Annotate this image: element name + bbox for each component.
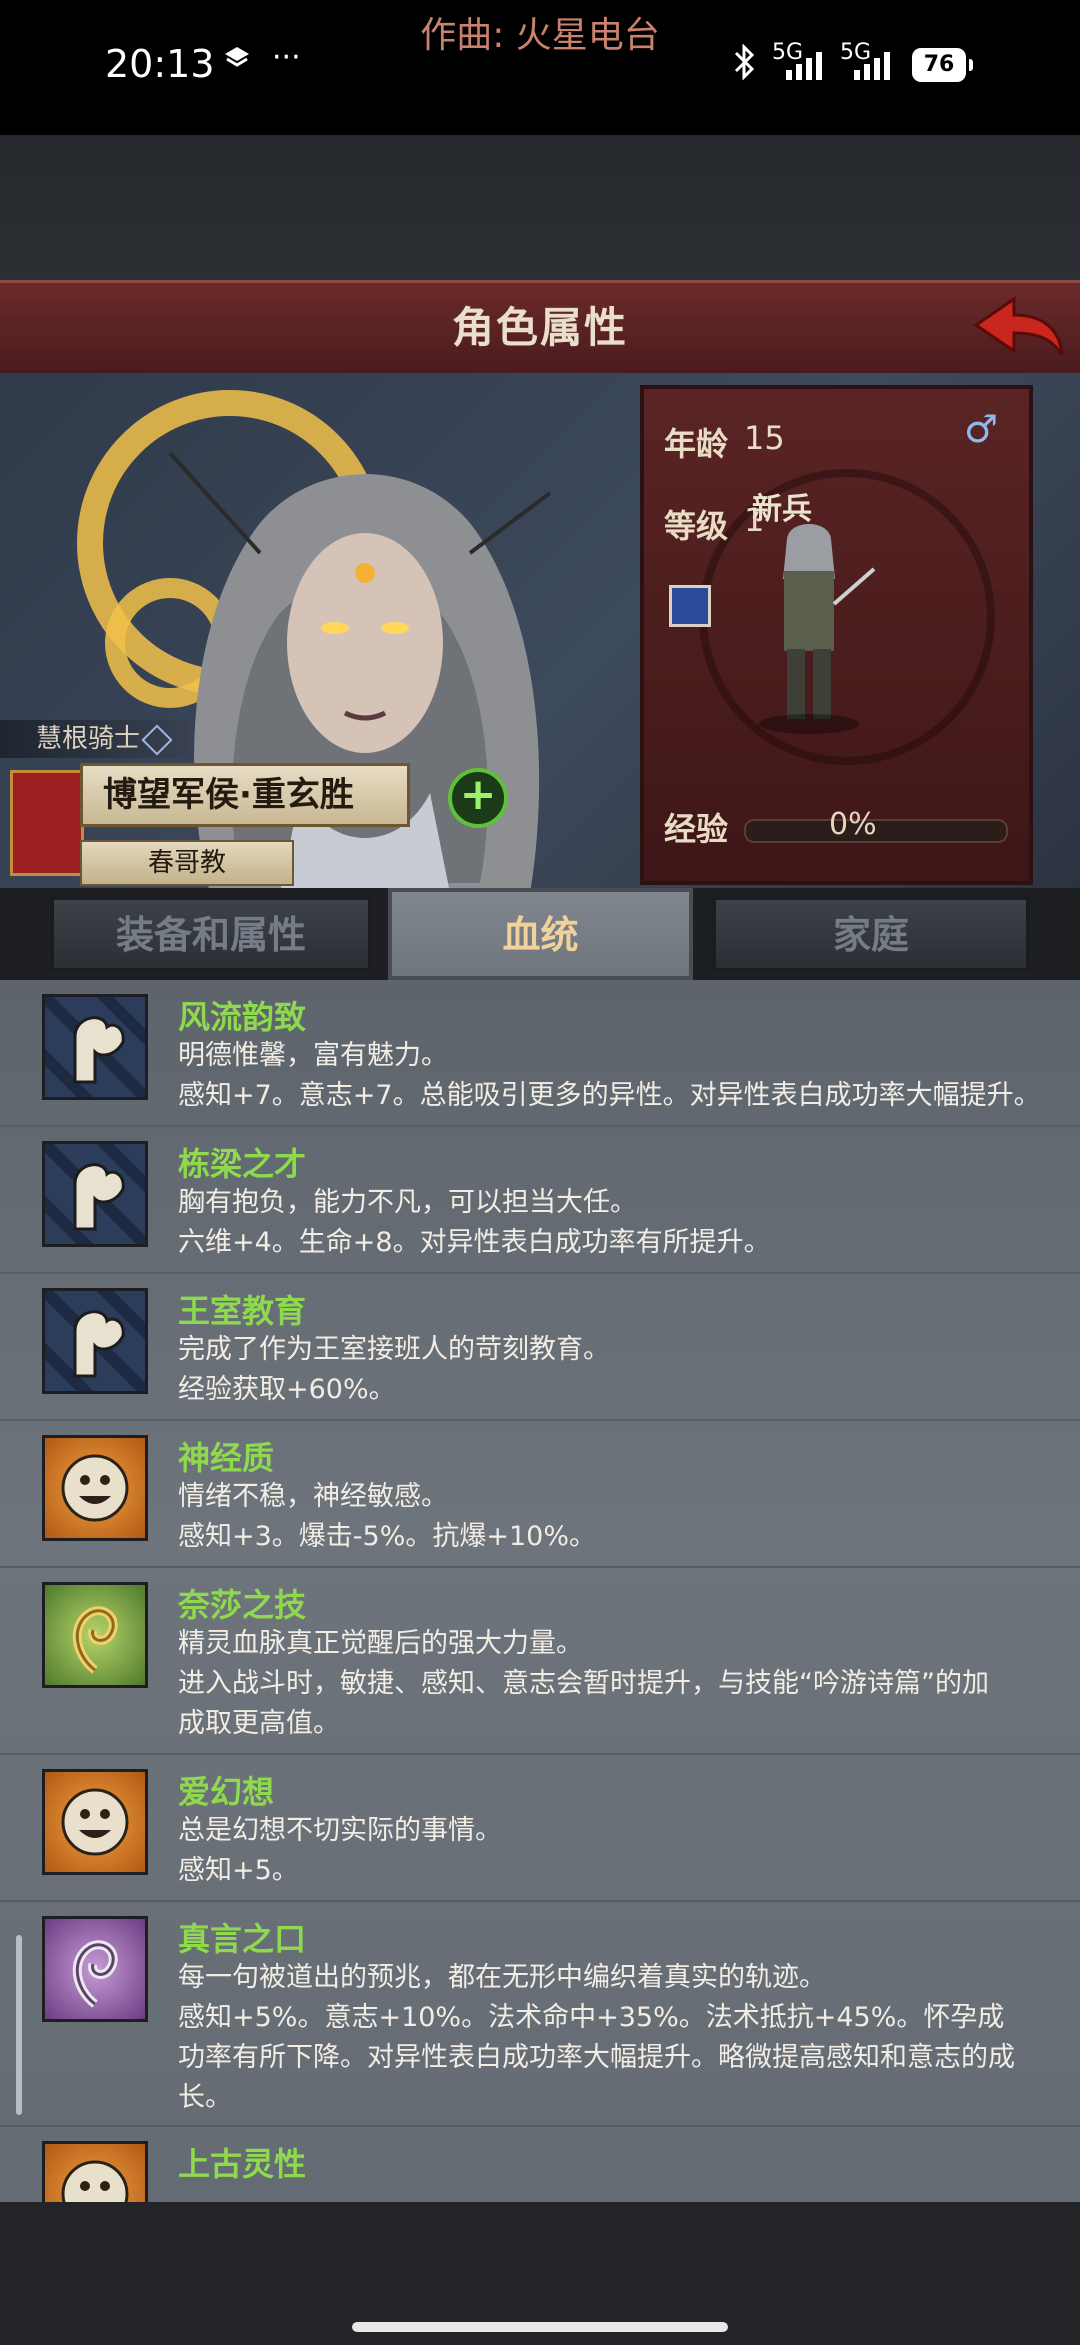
trait-name: 奈莎之技 [178,1586,307,1624]
sword-skill-icon[interactable] [669,585,711,627]
stat-panel: 年龄 15 ♂ 等级 1 新兵 经验 0% [640,385,1033,885]
trait-name: 风流韵致 [178,998,307,1036]
faction-banner-icon [10,770,84,876]
tab-bar: 装备和属性 血统 家庭 [40,888,1040,983]
list-item[interactable]: 上古灵性 [0,2127,1080,2202]
smiley-face-icon [42,1769,148,1875]
smiley-face-icon [42,1435,148,1541]
back-button[interactable] [968,293,1068,363]
trait-name: 上古灵性 [178,2145,307,2183]
list-item[interactable]: 爱幻想 总是幻想不切实际的事情。 感知+5。 [0,1755,1080,1902]
tab-equipment-attributes[interactable]: 装备和属性 [50,896,372,972]
clock: 20:13 [105,42,215,86]
page-title: 角色属性 [451,303,628,352]
layers-icon [222,44,252,82]
trait-description: 总是幻想不切实际的事情。 感知+5。 [178,1815,502,1886]
trait-name: 神经质 [178,1439,275,1477]
top-background [0,135,1080,280]
purple-swirl-icon [42,1916,148,2022]
class-title: 慧根骑士 [36,724,141,754]
list-item[interactable]: 神经质 情绪不稳，神经敏感。 感知+3。爆击-5%。抗爆+10%。 [0,1421,1080,1568]
trait-name: 真言之口 [178,1920,307,1958]
trait-description: 胸有抱负，能力不凡，可以担当大任。 六维+4。生命+8。对异性表白成功率有所提升… [178,1187,771,1258]
trait-description: 精灵血脉真正觉醒后的强大力量。 进入战斗时，敏捷、感知、意志会暂时提升，与技能“… [178,1628,989,1739]
exp-label: 经验 [664,810,729,848]
age-value: 15 [744,419,785,457]
arm-muscle-icon [42,994,148,1100]
list-item[interactable]: 风流韵致 明德惟馨，富有魅力。 感知+7。意志+7。总能吸引更多的异性。对异性表… [0,980,1080,1127]
exp-value: 0% [829,807,877,842]
character-name[interactable]: 博望军侯·重玄胜 [80,763,410,827]
class-title-tag: 慧根骑士 [0,720,190,758]
soldier-figure [759,524,876,734]
more-dots-icon: ··· [272,40,301,75]
male-symbol-icon: ♂ [964,407,999,451]
trait-name: 栋梁之才 [178,1145,307,1183]
scrollbar[interactable] [16,1935,22,2115]
trait-list[interactable]: 风流韵致 明德惟馨，富有魅力。 感知+7。意志+7。总能吸引更多的异性。对异性表… [0,980,1080,2202]
trait-name: 爱幻想 [178,1773,275,1811]
signal-bars-icon [786,52,822,80]
smiley-face-icon [42,2141,148,2202]
trait-name: 王室教育 [178,1292,307,1330]
header-bar: 角色属性 [0,280,1080,376]
list-item[interactable]: 奈莎之技 精灵血脉真正觉醒后的强大力量。 进入战斗时，敏捷、感知、意志会暂时提升… [0,1568,1080,1755]
trait-description: 明德惟馨，富有魅力。 感知+7。意志+7。总能吸引更多的异性。对异性表白成功率大… [178,1040,1041,1111]
trait-description: 情绪不稳，神经敏感。 感知+3。爆击-5%。抗爆+10%。 [178,1481,597,1552]
age-label: 年龄 [664,425,729,463]
unit-type: 新兵 [752,492,812,527]
add-button[interactable]: + [448,768,508,828]
signal-bars-icon [854,52,890,80]
battery-indicator: 76 [912,48,973,82]
list-item[interactable]: 真言之口 每一句被道出的预兆，都在无形中编织着真实的轨迹。 感知+5%。意志+1… [0,1902,1080,2127]
level-label: 等级 [664,507,729,545]
tab-bloodline[interactable]: 血统 [388,888,693,980]
bluetooth-icon [728,43,760,88]
status-bar: 作曲: 火星电台 20:13 ··· 5G 5G 76 [0,0,1080,135]
religion-label: 春哥教 [80,840,294,886]
arm-muscle-icon [42,1141,148,1247]
arm-muscle-icon [42,1288,148,1394]
list-item[interactable]: 王室教育 完成了作为王室接班人的苛刻教育。 经验获取+60%。 [0,1274,1080,1421]
golden-swirl-icon [42,1582,148,1688]
home-indicator[interactable] [352,2322,728,2332]
rank-up-icon [141,723,173,756]
tab-family[interactable]: 家庭 [712,896,1030,972]
trait-description: 完成了作为王室接班人的苛刻教育。 经验获取+60%。 [178,1334,610,1405]
list-item[interactable]: 栋梁之才 胸有抱负，能力不凡，可以担当大任。 六维+4。生命+8。对异性表白成功… [0,1127,1080,1274]
red-back-arrow-icon [973,296,1064,356]
trait-description: 每一句被道出的预兆，都在无形中编织着真实的轨迹。 感知+5%。意志+10%。法术… [178,1962,1015,2113]
